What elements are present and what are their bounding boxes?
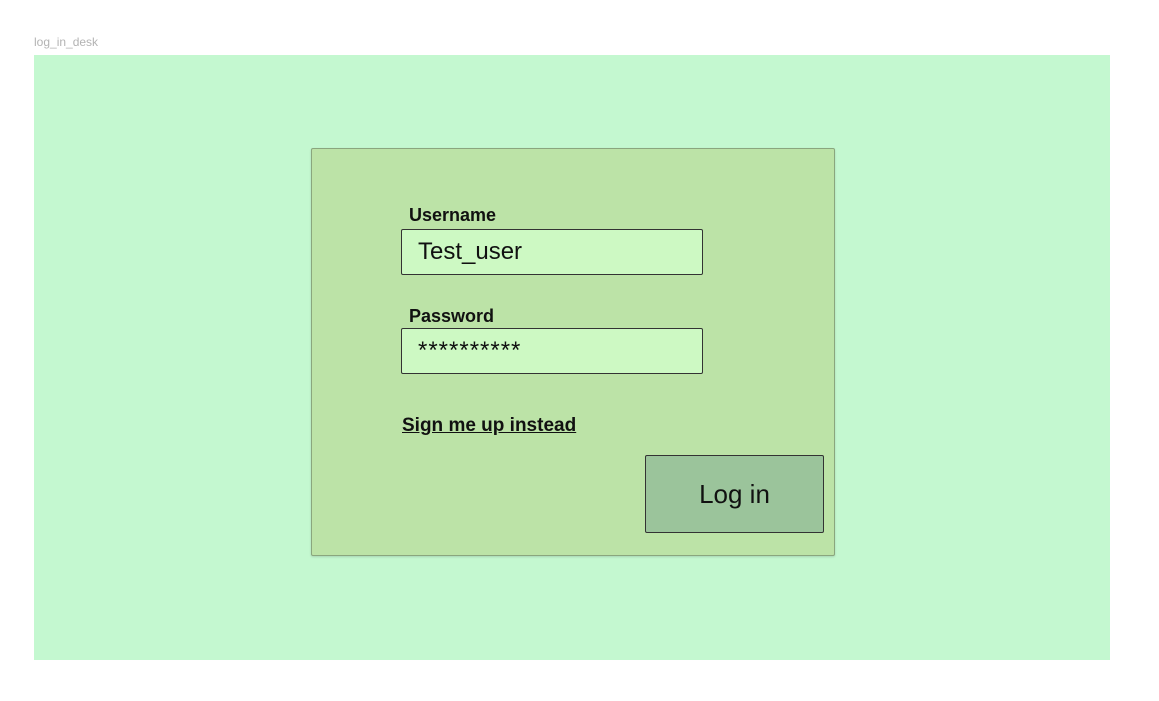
- password-label: Password: [409, 306, 495, 326]
- username-input[interactable]: [401, 229, 703, 275]
- frame-title: log_in_desk: [34, 35, 99, 49]
- signup-link[interactable]: Sign me up instead: [402, 415, 576, 437]
- login-page-frame: Username Password Sign me up instead Log…: [34, 55, 1110, 660]
- username-label: Username: [409, 205, 497, 225]
- login-button[interactable]: Log in: [645, 455, 824, 533]
- password-input[interactable]: [401, 328, 703, 374]
- login-card: Username Password Sign me up instead Log…: [311, 148, 835, 556]
